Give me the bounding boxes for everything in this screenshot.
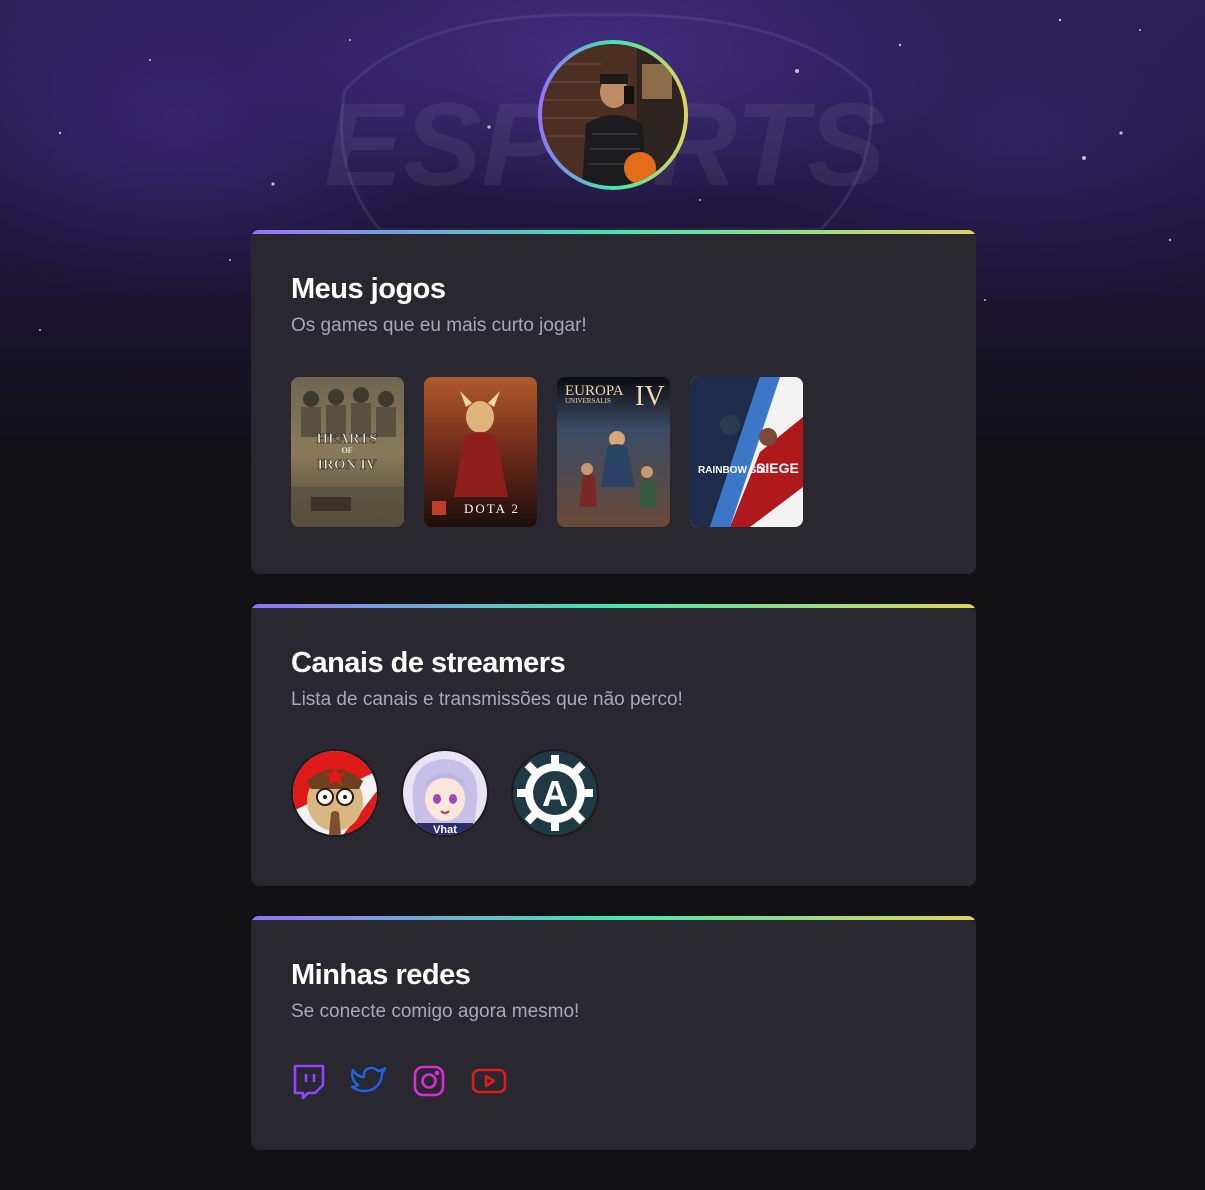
youtube-icon[interactable] — [471, 1063, 507, 1099]
games-title: Meus jogos — [291, 273, 446, 305]
games-list: HEARTS OF IRON IV DOTA 2 EUROPA UNIVERSA… — [291, 377, 936, 527]
streamers-card: Canais de streamers Lista de canais e tr… — [251, 604, 976, 886]
cartoon-dog-avatar-icon[interactable] — [291, 749, 379, 837]
socials-list — [291, 1063, 936, 1099]
twitch-icon[interactable] — [291, 1063, 327, 1099]
streamers-title: Canais de streamers — [291, 647, 566, 679]
twitter-icon[interactable] — [351, 1063, 387, 1099]
game-europa-universalis-iv[interactable]: EUROPA UNIVERSALIS IV — [557, 377, 670, 527]
svg-text:DOTA 2: DOTA 2 — [464, 501, 520, 516]
game-hearts-of-iron-iv[interactable]: HEARTS OF IRON IV — [291, 377, 404, 527]
game-rainbow-six-siege[interactable]: RAINBOW SIX SIEGE — [690, 377, 803, 527]
profile-photo-icon — [542, 44, 684, 186]
svg-text:A: A — [542, 773, 568, 814]
games-subtitle: Os games que eu mais curto jogar! — [291, 315, 587, 336]
streamers-subtitle: Lista de canais e transmissões que não p… — [291, 689, 683, 710]
gear-a-logo-avatar-icon[interactable]: A — [511, 749, 599, 837]
svg-text:IV: IV — [635, 381, 665, 412]
game-dota-2[interactable]: DOTA 2 — [424, 377, 537, 527]
svg-text:Vhat: Vhat — [433, 824, 457, 835]
svg-text:IRON IV: IRON IV — [317, 457, 377, 473]
svg-text:SIEGE: SIEGE — [756, 460, 799, 476]
streamers-list: Vhat A — [291, 749, 936, 837]
anime-girl-avatar-icon[interactable]: Vhat — [401, 749, 489, 837]
socials-card: Minhas redes Se conecte comigo agora mes… — [251, 916, 976, 1150]
svg-text:HEARTS: HEARTS — [316, 431, 377, 447]
socials-subtitle: Se conecte comigo agora mesmo! — [291, 1001, 580, 1022]
games-card: Meus jogos Os games que eu mais curto jo… — [251, 230, 976, 574]
instagram-icon[interactable] — [411, 1063, 447, 1099]
svg-text:UNIVERSALIS: UNIVERSALIS — [565, 397, 611, 405]
profile-avatar — [538, 40, 688, 190]
socials-title: Minhas redes — [291, 959, 471, 991]
svg-text:OF: OF — [341, 446, 352, 455]
